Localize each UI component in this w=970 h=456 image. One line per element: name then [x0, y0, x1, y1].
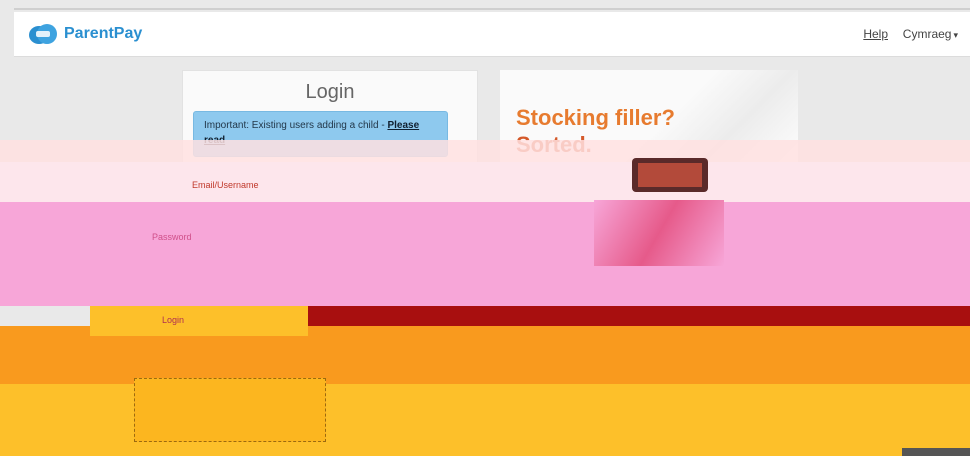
brand-name: ParentPay: [64, 25, 143, 42]
parentpay-cloud-icon: [29, 24, 57, 44]
glitch-promo-image: [594, 200, 724, 266]
language-label: Cymraeg: [902, 27, 952, 41]
login-title: Login: [305, 81, 355, 103]
glitch-inner-box: [134, 378, 326, 442]
browser-top-edge: [14, 8, 970, 10]
glitch-band-red: [308, 306, 970, 326]
glitch-band-pink: [0, 202, 970, 306]
promo-headline-line1: Stocking filler?: [516, 105, 675, 130]
chevron-down-icon: ▾: [953, 30, 958, 40]
glitch-band-light: [0, 162, 970, 202]
brand-logo[interactable]: ParentPay: [28, 22, 142, 46]
glitch-band-yellow-top: [90, 306, 308, 336]
promo-phone-image: [632, 158, 708, 192]
notice-text: Important: Existing users adding a child…: [204, 120, 388, 131]
top-navbar: ParentPay Help Cymraeg ▾: [14, 12, 970, 57]
password-label: Password: [152, 232, 192, 242]
glitch-band-pale: [0, 140, 970, 162]
login-button[interactable]: Login: [162, 315, 184, 325]
language-dropdown[interactable]: Cymraeg ▾: [903, 27, 958, 41]
phone-screen: [638, 163, 702, 187]
glitch-dark-strip: [902, 448, 970, 456]
help-link[interactable]: Help: [863, 27, 888, 41]
email-label: Email/Username: [192, 180, 259, 190]
